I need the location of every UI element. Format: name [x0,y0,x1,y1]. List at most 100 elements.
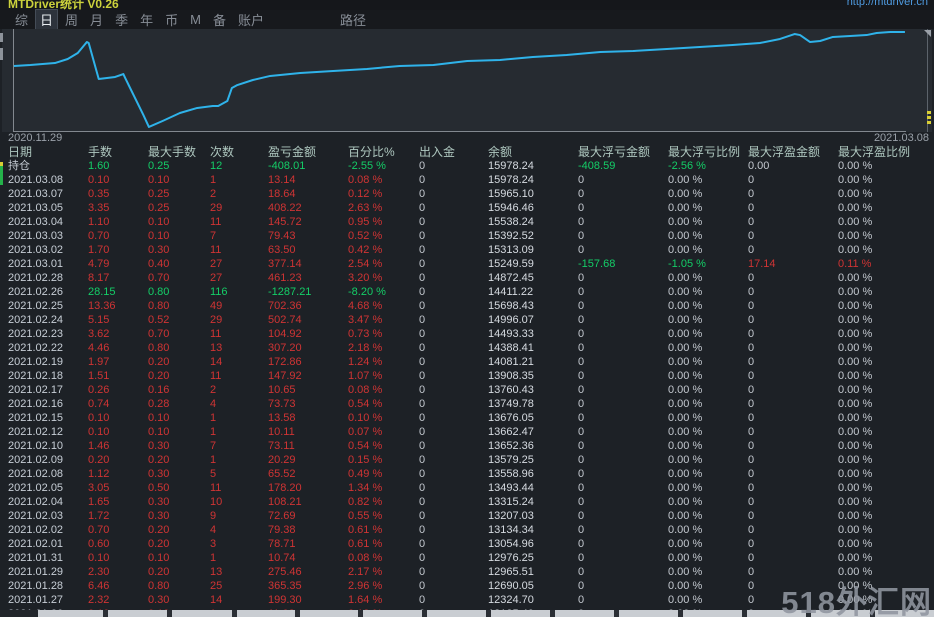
table-row[interactable]: 2021.03.01 4.79 0.40 27 377.14 2.54 % 0 15249.5… [0,257,934,271]
column-header[interactable]: 日期 [8,145,32,160]
table-row[interactable]: 2021.02.17 0.26 0.16 2 10.65 0.08 % 0 13760.43 0… [0,383,934,397]
column-header[interactable]: 余额 [488,145,512,160]
menu-item-年[interactable]: 年 [135,9,158,30]
menu-item-月[interactable]: 月 [85,9,108,30]
deposit-cell: 0 [419,552,426,564]
date-cell: 2021.02.17 [8,384,64,396]
menu-item-M[interactable]: M [185,11,206,28]
balance-cell: 13749.78 [488,398,534,410]
max-float-loss-pct-cell: 0.00 % [668,552,703,564]
trade-count-cell: 1 [210,552,217,564]
deposit-cell: 0 [419,286,426,298]
table-row[interactable]: 2021.02.03 1.72 0.30 9 72.69 0.55 % 0 13207.03 0… [0,509,934,523]
lots-cell: 5.15 [88,314,110,326]
max-float-loss-cell: 0 [578,286,585,298]
table-row[interactable]: 2021.03.03 0.70 0.10 7 79.43 0.52 % 0 15392.52 0… [0,229,934,243]
table-row[interactable]: 2021.02.15 0.10 0.10 1 13.58 0.10 % 0 13676.05 0… [0,411,934,425]
deposit-cell: 0 [419,454,426,466]
date-cell: 2021.02.15 [8,412,64,424]
table-row[interactable]: 2021.02.28 8.17 0.70 27 461.23 3.20 % 0 14872.4… [0,271,934,285]
max-lots-cell: 0.10 [148,174,170,186]
column-header[interactable]: 盈亏金额 [268,145,316,160]
date-cell: 2021.02.16 [8,398,64,410]
max-float-loss-pct-cell: 0.00 % [668,314,703,326]
trade-count-cell: 29 [210,202,223,214]
balance-cell: 12690.05 [488,580,534,592]
column-header[interactable]: 手数 [88,145,112,160]
column-header[interactable]: 出入金 [419,145,455,160]
scrollbar-tick [295,610,300,617]
trade-count-cell: 13 [210,342,223,354]
trade-count-cell: 11 [210,328,222,340]
max-float-loss-cell: 0 [578,202,585,214]
max-float-profit-cell: 0 [748,594,755,606]
trade-count-cell: 1 [210,454,217,466]
pnl-cell: 145.72 [268,216,302,228]
table-row[interactable]: 2021.03.07 0.35 0.25 2 18.64 0.12 % 0 15965.10 0… [0,187,934,201]
max-float-loss-cell: -408.59 [578,160,616,172]
menu-item-综[interactable]: 综 [10,9,33,30]
chart-x-axis [13,131,906,132]
table-row[interactable]: 2021.02.19 1.97 0.20 14 172.86 1.24 % 0 14081.2… [0,355,934,369]
date-cell: 2021.02.04 [8,496,64,508]
max-float-loss-pct-cell: 0.00 % [668,412,703,424]
table-row[interactable]: 2021.03.05 3.35 0.25 29 408.22 2.63 % 0 15946.4… [0,201,934,215]
column-header[interactable]: 最大浮盈比例 [838,145,910,160]
max-float-loss-cell: 0 [578,594,585,606]
menu-item-币[interactable]: 币 [160,9,183,30]
max-lots-cell: 0.50 [148,482,170,494]
column-header[interactable]: 最大手数 [148,145,196,160]
table-row[interactable]: 2021.02.12 0.10 0.10 1 10.11 0.07 % 0 13662.47 0… [0,425,934,439]
table-row[interactable]: 2021.02.24 5.15 0.52 29 502.74 3.47 % 0 14996.0… [0,313,934,327]
max-float-loss-cell: 0 [578,314,585,326]
table-row[interactable]: 2021.02.18 1.51 0.20 11 147.92 1.07 % 0 13908.3… [0,369,934,383]
date-cell: 2021.01.29 [8,566,64,578]
yellow-marker-icon [927,116,931,119]
pct-cell: 0.49 % [348,468,383,480]
table-row[interactable]: 2021.03.02 1.70 0.30 11 63.50 0.42 % 0 15313.09… [0,243,934,257]
table-row[interactable]: 2021.02.25 13.36 0.80 49 702.36 4.68 % 0 15698.… [0,299,934,313]
menu-item-账户[interactable]: 账户 [233,9,269,30]
trade-count-cell: 116 [210,286,228,298]
max-float-loss-pct-cell: 0.00 % [668,300,703,312]
table-row[interactable]: 2021.02.23 3.62 0.70 11 104.92 0.73 % 0 14493.3… [0,327,934,341]
column-header[interactable]: 最大浮亏比例 [668,145,740,160]
table-row[interactable]: 2021.02.08 1.12 0.30 5 65.52 0.49 % 0 13558.96 0… [0,467,934,481]
table-row[interactable]: 2021.02.02 0.70 0.20 4 79.38 0.61 % 0 13134.34 0… [0,523,934,537]
column-header[interactable]: 百分比% [348,145,395,160]
date-cell: 2021.02.25 [8,300,64,312]
table-row[interactable]: 2021.02.04 1.65 0.30 10 108.21 0.82 % 0 13315.2… [0,495,934,509]
site-link[interactable]: http://mtdriver.cn [847,0,928,8]
lots-cell: 0.70 [88,230,110,242]
column-header[interactable]: 最大浮盈金额 [748,145,820,160]
pct-cell: -2.55 % [348,160,386,172]
table-row[interactable]: 2021.01.31 0.10 0.10 1 10.74 0.08 % 0 12976.25 0… [0,551,934,565]
column-header[interactable]: 次数 [210,145,234,160]
pct-cell: 1.24 % [348,356,383,368]
menu-item-备[interactable]: 备 [208,9,231,30]
table-row[interactable]: 持仓 1.60 0.25 12 -408.01 -2.55 % 0 15978.24 -408.… [0,159,934,173]
column-header[interactable]: 最大浮亏金额 [578,145,650,160]
scroll-arrow-icon[interactable] [924,30,931,37]
table-row[interactable]: 2021.02.10 1.46 0.30 7 73.11 0.54 % 0 13652.36 0… [0,439,934,453]
table-row[interactable]: 2021.02.22 4.46 0.80 13 307.20 2.18 % 0 14388.4… [0,341,934,355]
table-row[interactable]: 2021.03.04 1.10 0.10 11 145.72 0.95 % 0 15538.2… [0,215,934,229]
max-float-profit-pct-cell: 0.00 % [838,160,873,172]
table-row[interactable]: 2021.02.16 0.74 0.28 4 73.73 0.54 % 0 13749.78 0… [0,397,934,411]
table-row[interactable]: 2021.02.01 0.60 0.20 3 78.71 0.61 % 0 13054.96 0… [0,537,934,551]
pct-cell: 0.10 % [348,412,383,424]
balance-cell: 12976.25 [488,552,534,564]
max-lots-cell: 0.80 [148,580,170,592]
menu-item-周[interactable]: 周 [60,9,83,30]
max-float-loss-pct-cell: 0.00 % [668,566,703,578]
menu-item-日[interactable]: 日 [35,9,59,30]
table-row[interactable]: 2021.02.26 28.15 0.80 116 -1287.21 -8.20 % 0 14… [0,285,934,299]
table-row[interactable]: 2021.02.09 0.20 0.20 1 20.29 0.15 % 0 13579.25 0… [0,453,934,467]
max-float-loss-cell: 0 [578,412,585,424]
table-row[interactable]: 2021.03.08 0.10 0.10 1 13.14 0.08 % 0 15978.24 0… [0,173,934,187]
max-float-loss-pct-cell: 0.00 % [668,230,703,242]
table-row[interactable]: 2021.02.05 3.05 0.50 11 178.20 1.34 % 0 13493.4… [0,481,934,495]
menu-item-路径[interactable]: 路径 [335,9,371,30]
menu-item-季[interactable]: 季 [110,9,133,30]
max-float-loss-cell: 0 [578,244,585,256]
